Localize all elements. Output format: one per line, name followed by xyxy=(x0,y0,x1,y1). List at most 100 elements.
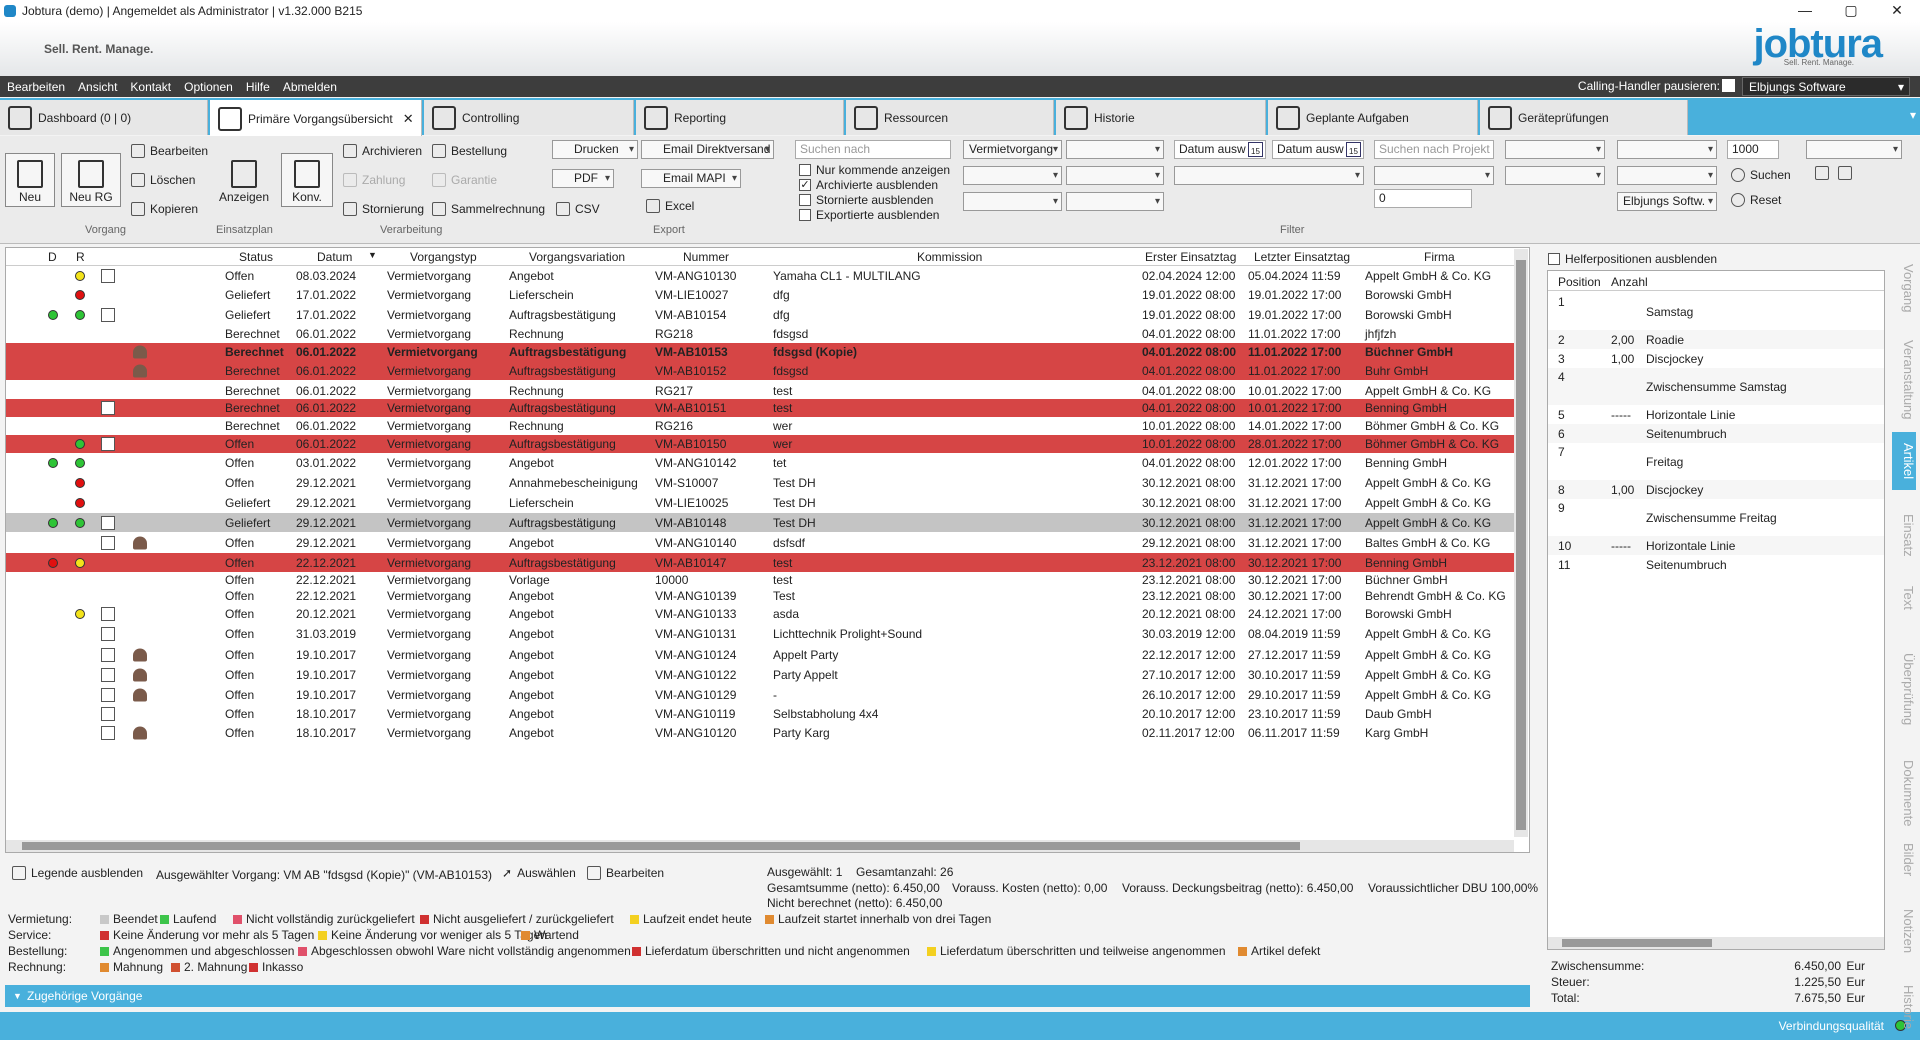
project-search-input[interactable]: Suchen nach Projekt xyxy=(1374,140,1494,159)
filter-dropdown-11[interactable] xyxy=(1617,140,1717,159)
filter-vorgangstyp[interactable]: Vermietvorgang xyxy=(963,140,1062,159)
col-datum[interactable]: Datum xyxy=(317,250,352,264)
vertical-tab-veranstaltung[interactable]: Veranstaltung xyxy=(1892,340,1916,420)
checkbox-box[interactable] xyxy=(799,194,811,206)
excel-button[interactable]: Excel xyxy=(646,199,694,213)
sammelrechnung-button[interactable]: Sammelrechnung xyxy=(432,202,545,216)
vertical-scroll-thumb[interactable] xyxy=(1516,260,1526,830)
zugehoerige-vorgaenge-panel[interactable]: ▼ Zugehörige Vorgänge xyxy=(5,985,1530,1007)
filter-dropdown-7[interactable] xyxy=(1174,166,1364,185)
horizontal-scroll-thumb[interactable] xyxy=(22,842,1300,850)
positions-hscroll-thumb[interactable] xyxy=(1562,939,1712,947)
menu-ansicht[interactable]: Ansicht xyxy=(71,80,123,94)
tab-overflow-icon[interactable]: ▾ xyxy=(1910,108,1916,122)
table-row[interactable]: Offen 22.12.2021 Vermietvorgang Angebot VM-A… xyxy=(6,588,1516,604)
filter-dropdown-4[interactable] xyxy=(1066,166,1164,185)
tab-geplante-aufgaben[interactable]: Geplante Aufgaben xyxy=(1268,100,1478,135)
suchen-button[interactable]: Suchen xyxy=(1731,168,1791,182)
csv-button[interactable]: CSV xyxy=(556,202,600,216)
vertical-tab-artikel[interactable]: Artikel xyxy=(1892,432,1916,490)
filter-firm-dropdown[interactable]: Elbjungs Softw. xyxy=(1617,192,1717,211)
table-row[interactable]: Offen 22.12.2021 Vermietvorgang Auftragsbes… xyxy=(6,553,1516,572)
checkbox-box[interactable] xyxy=(799,164,811,176)
tab-primaere-vorgangsuebersicht[interactable]: Primäre Vorgangsübersicht ✕ xyxy=(210,100,422,137)
positions-hscrollbar[interactable] xyxy=(1548,937,1884,949)
table-row[interactable]: Geliefert 17.01.2022 Vermietvorgang Auftrag… xyxy=(6,305,1516,324)
position-row[interactable]: 10 ----- Horizontale Linie xyxy=(1548,536,1884,555)
search-input[interactable]: Suchen nach xyxy=(795,140,951,159)
tab-controlling[interactable]: Controlling xyxy=(424,100,634,135)
archivieren-button[interactable]: Archivieren xyxy=(343,144,422,158)
position-row[interactable]: 1 Samstag xyxy=(1548,293,1884,330)
limit-input[interactable]: 1000 xyxy=(1727,140,1779,159)
filter-dropdown-8[interactable] xyxy=(1374,166,1494,185)
close-tab-icon[interactable]: ✕ xyxy=(403,111,414,127)
menu-bearbeiten[interactable]: Bearbeiten xyxy=(0,80,71,94)
neu-button[interactable]: Neu xyxy=(5,153,55,207)
company-select[interactable]: Elbjungs Software ▾ xyxy=(1742,77,1910,96)
tab-ressourcen[interactable]: Ressourcen xyxy=(846,100,1054,135)
helferpositionen-checkbox[interactable]: Helferpositionen ausblenden xyxy=(1548,252,1717,266)
col-nummer[interactable]: Nummer xyxy=(683,250,729,264)
col-r[interactable]: R xyxy=(76,250,85,264)
table-row[interactable]: Offen 29.12.2021 Vermietvorgang Angebot VM-A… xyxy=(6,533,1516,552)
position-row[interactable]: 2 2,00 Roadie xyxy=(1548,330,1884,349)
tab-historie[interactable]: Historie xyxy=(1056,100,1266,135)
checkbox-box[interactable] xyxy=(1548,253,1560,265)
checkbox-nur-kommende[interactable]: Nur kommende anzeigen xyxy=(799,163,950,177)
filter-dropdown-9[interactable] xyxy=(1505,140,1605,159)
table-row[interactable]: Offen 08.03.2024 Vermietvorgang Angebot VM-A… xyxy=(6,266,1516,285)
date-to-input[interactable]: Datum ausw 15 xyxy=(1272,140,1364,159)
table-row[interactable]: Geliefert 29.12.2021 Vermietvorgang Auftrag… xyxy=(6,513,1516,532)
position-row[interactable]: 8 1,00 Discjockey xyxy=(1548,480,1884,499)
table-row[interactable]: Geliefert 29.12.2021 Vermietvorgang Liefers… xyxy=(6,493,1516,512)
legende-ausblenden-button[interactable]: Legende ausblenden xyxy=(12,866,143,880)
vertical-tab-dokumente[interactable]: Dokumente xyxy=(1892,760,1916,826)
table-row[interactable]: Offen 29.12.2021 Vermietvorgang Annahmebesc… xyxy=(6,473,1516,492)
zahlung-button[interactable]: Zahlung xyxy=(343,173,405,187)
menu-kontakt[interactable]: Kontakt xyxy=(123,80,177,94)
table-row[interactable]: Berechnet 06.01.2022 Vermietvorgang Rechnun… xyxy=(6,417,1516,434)
calendar-icon[interactable]: 15 xyxy=(1346,142,1361,157)
col-letzter-einsatztag[interactable]: Letzter Einsatztag xyxy=(1254,250,1350,264)
anzeigen-button[interactable]: Anzeigen xyxy=(217,153,271,207)
vertical-tab-historie[interactable]: Historie xyxy=(1892,980,1916,1035)
position-row[interactable]: 6 Seitenumbruch xyxy=(1548,424,1884,443)
menu-hilfe[interactable]: Hilfe xyxy=(239,80,276,94)
tab-reporting[interactable]: Reporting xyxy=(636,100,844,135)
menu-optionen[interactable]: Optionen xyxy=(177,80,239,94)
position-row[interactable]: 4 Zwischensumme Samstag xyxy=(1548,368,1884,405)
checkbox-box-checked[interactable]: ✓ xyxy=(799,179,811,191)
table-row[interactable]: Offen 19.10.2017 Vermietvorgang Angebot VM-A… xyxy=(6,645,1516,664)
loeschen-button[interactable]: Löschen xyxy=(131,173,195,187)
vertical-tab-text[interactable]: Text xyxy=(1892,578,1916,618)
number-input[interactable]: 0 xyxy=(1374,189,1472,208)
table-row[interactable]: Offen 22.12.2021 Vermietvorgang Vorlage 1000… xyxy=(6,572,1516,588)
table-row[interactable]: Offen 03.01.2022 Vermietvorgang Angebot VM-A… xyxy=(6,453,1516,472)
table-row[interactable]: Berechnet 06.01.2022 Vermietvorgang Auftrag… xyxy=(6,399,1516,417)
col-erster-einsatztag[interactable]: Erster Einsatztag xyxy=(1145,250,1236,264)
vertical-tab-vorgang[interactable]: Vorgang xyxy=(1892,258,1916,318)
edit-filter-button[interactable] xyxy=(1838,166,1857,180)
close-window-button[interactable]: ✕ xyxy=(1874,0,1920,22)
tab-dashboard[interactable]: Dashboard (0 | 0) xyxy=(0,100,208,135)
konv-button[interactable]: Konv. xyxy=(281,153,333,207)
position-row[interactable]: 3 1,00 Discjockey xyxy=(1548,349,1884,368)
filter-dropdown-2[interactable] xyxy=(1066,140,1164,159)
position-row[interactable]: 7 Freitag xyxy=(1548,443,1884,480)
table-row[interactable]: Berechnet 06.01.2022 Vermietvorgang Rechnun… xyxy=(6,382,1516,399)
pdf-dropdown[interactable]: PDF xyxy=(552,169,614,188)
table-row[interactable]: Offen 19.10.2017 Vermietvorgang Angebot VM-A… xyxy=(6,685,1516,704)
minimize-button[interactable]: — xyxy=(1782,0,1828,22)
tab-geraetepruefungen[interactable]: Geräteprüfungen xyxy=(1480,100,1688,135)
table-row[interactable]: Berechnet 06.01.2022 Vermietvorgang Auftrag… xyxy=(6,343,1516,361)
table-row[interactable]: Berechnet 06.01.2022 Vermietvorgang Rechnun… xyxy=(6,325,1516,342)
table-row[interactable]: Offen 18.10.2017 Vermietvorgang Angebot VM-A… xyxy=(6,704,1516,723)
kopieren-button[interactable]: Kopieren xyxy=(131,202,198,216)
table-row[interactable]: Berechnet 06.01.2022 Vermietvorgang Auftrag… xyxy=(6,361,1516,380)
drucken-dropdown[interactable]: Drucken xyxy=(552,140,638,159)
neu-rg-button[interactable]: Neu RG xyxy=(61,153,121,207)
table-row[interactable]: Offen 06.01.2022 Vermietvorgang Auftragsbes… xyxy=(6,435,1516,453)
auswaehlen-button[interactable]: ➚ Auswählen xyxy=(502,866,576,880)
position-row[interactable]: 9 Zwischensumme Freitag xyxy=(1548,499,1884,536)
